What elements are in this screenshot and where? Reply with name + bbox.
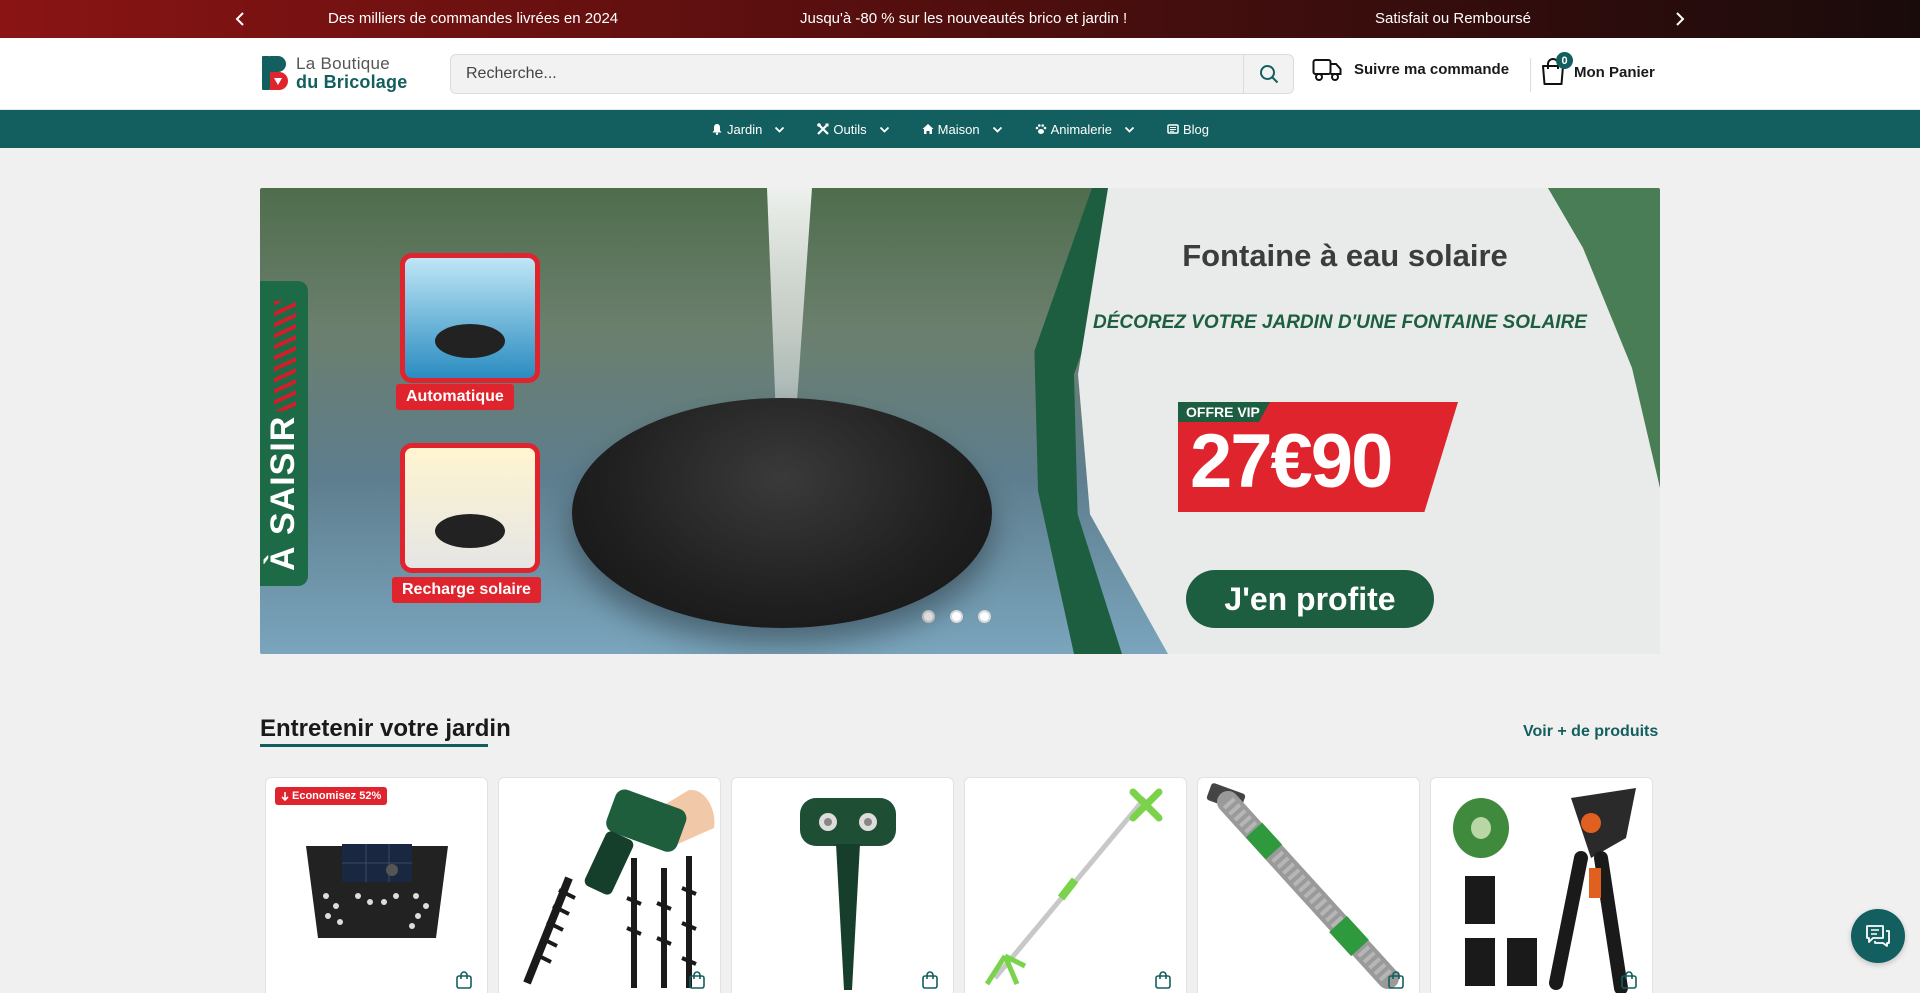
main-nav: Jardin Outils Maison Animalerie Blog — [0, 110, 1920, 148]
chat-bubbles-icon — [1866, 925, 1890, 947]
nav-item-maison[interactable]: Maison — [906, 110, 1019, 148]
chevron-down-icon — [992, 126, 1002, 133]
nav-item-animalerie[interactable]: Animalerie — [1019, 110, 1151, 148]
product-card[interactable] — [731, 777, 954, 993]
slider-dot[interactable] — [978, 610, 991, 623]
hero-banner[interactable]: À SAISIR Automatique Recharge solaire Fo… — [260, 188, 1660, 654]
nav-item-label: Jardin — [726, 121, 763, 137]
a-saisir-label: À SAISIR — [264, 415, 302, 571]
product-card[interactable] — [1430, 777, 1653, 993]
shopping-bag-icon — [1621, 971, 1637, 989]
section-title: Entretenir votre jardin — [260, 715, 511, 742]
nav-item-label: Maison — [937, 121, 980, 137]
section-title-underline — [260, 744, 488, 747]
slider-dot[interactable] — [950, 610, 963, 623]
slider-dot[interactable] — [922, 610, 935, 623]
product-image-drill-auger — [523, 789, 715, 988]
feature-tag: Automatique — [396, 384, 514, 410]
nav-item-label: Outils — [833, 121, 867, 137]
shopping-bag-icon — [1388, 971, 1404, 989]
bell-icon — [712, 124, 722, 135]
track-order-link[interactable]: Suivre ma commande — [1312, 56, 1509, 82]
announcement-message: Satisfait ou Remboursé — [1375, 10, 1531, 27]
nav-item-label: Blog — [1182, 121, 1210, 137]
site-header: La Boutique du Bricolage Suivre ma comma… — [0, 38, 1920, 110]
search-button[interactable] — [1243, 55, 1293, 93]
shopping-bag-icon — [689, 971, 705, 989]
logo-line1: La Boutique — [296, 54, 391, 73]
product-image-weed-puller — [984, 788, 1163, 986]
product-card[interactable]: Economisez 52% — [265, 777, 488, 993]
chat-widget-button[interactable] — [1851, 909, 1905, 963]
add-to-cart-button[interactable] — [919, 969, 941, 991]
logo-line2: du Bricolage — [296, 72, 408, 92]
cart-button[interactable]: 0 Mon Panier — [1540, 52, 1655, 86]
hero-price: 27€90 — [1190, 419, 1393, 504]
nav-item-blog[interactable]: Blog — [1151, 110, 1225, 148]
feature-thumb-automatique — [400, 253, 540, 383]
add-to-cart-button[interactable] — [1152, 969, 1174, 991]
chevron-down-icon — [1124, 126, 1135, 133]
announcement-message: Des milliers de commandes livrées en 202… — [328, 10, 619, 27]
a-saisir-ribbon: À SAISIR — [260, 281, 308, 586]
shopping-bag-icon — [1155, 971, 1171, 989]
hero-title: Fontaine à eau solaire — [1182, 238, 1508, 273]
track-order-label: Suivre ma commande — [1354, 60, 1510, 78]
product-card[interactable] — [498, 777, 721, 993]
add-to-cart-button[interactable] — [686, 969, 708, 991]
add-to-cart-button[interactable] — [1618, 969, 1640, 991]
newspaper-icon — [1167, 124, 1179, 134]
shopping-bag-icon — [922, 971, 938, 989]
truck-icon — [1312, 59, 1342, 81]
product-card[interactable] — [964, 777, 1187, 993]
shopping-bag-icon — [456, 971, 472, 989]
announcement-bar: Des milliers de commandes livrées en 202… — [0, 0, 1920, 38]
product-card[interactable] — [1197, 777, 1420, 993]
announcement-prev-button[interactable] — [225, 0, 255, 38]
home-icon — [922, 124, 934, 134]
add-to-cart-button[interactable] — [1385, 969, 1407, 991]
chevron-right-icon — [1676, 12, 1685, 26]
feature-tag: Recharge solaire — [392, 577, 541, 603]
product-image-hose-wand — [1206, 783, 1399, 989]
product-carousel: Economisez 52% — [265, 777, 1653, 993]
nav-item-jardin[interactable]: Jardin — [695, 110, 801, 148]
search-bar — [450, 54, 1294, 94]
ribbon-stripes — [274, 301, 296, 411]
chevron-left-icon — [235, 12, 244, 26]
hero-subtitle: DÉCOREZ VOTRE JARDIN D'UNE FONTAINE SOLA… — [1093, 312, 1587, 333]
paw-icon — [1035, 124, 1046, 134]
sale-badge-text: Economisez 52% — [292, 790, 382, 802]
nav-item-outils[interactable]: Outils — [801, 110, 905, 148]
solar-fountain-image — [572, 398, 992, 628]
chevron-down-icon — [775, 126, 785, 133]
announcement-next-button[interactable] — [1665, 0, 1695, 38]
search-icon — [1259, 65, 1278, 84]
slider-dots — [922, 610, 991, 623]
feature-thumb-solaire — [400, 443, 540, 573]
add-to-cart-button[interactable] — [453, 969, 475, 991]
chevron-down-icon — [879, 126, 889, 133]
tools-icon — [817, 123, 830, 135]
site-logo[interactable]: La Boutique du Bricolage — [260, 54, 407, 92]
product-image-solar-light — [306, 844, 448, 938]
product-image-grafting-pruner — [1453, 788, 1636, 993]
arrow-down-icon — [281, 791, 289, 801]
announcement-message: Jusqu'à -80 % sur les nouveautés brico e… — [800, 10, 1128, 27]
nav-item-label: Animalerie — [1050, 121, 1112, 137]
search-input[interactable] — [451, 55, 1243, 93]
cart-label: Mon Panier — [1574, 63, 1655, 81]
product-image-animal-repeller — [800, 798, 896, 990]
sale-badge: Economisez 52% — [275, 787, 388, 805]
logo-mark-icon — [260, 54, 288, 92]
header-divider — [1530, 58, 1531, 92]
hero-cta-button[interactable]: J'en profite — [1186, 570, 1434, 628]
cart-count-badge: 0 — [1556, 52, 1573, 69]
see-more-products-link[interactable]: Voir + de produits — [1523, 723, 1658, 741]
